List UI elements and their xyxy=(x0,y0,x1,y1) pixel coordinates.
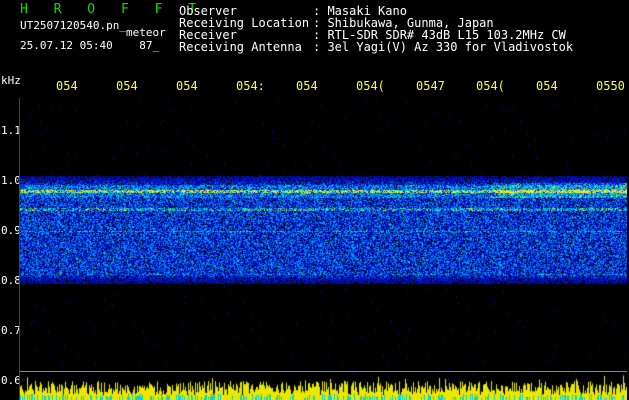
spectrogram-canvas xyxy=(20,98,627,400)
time-tick: 054( xyxy=(356,79,385,93)
y-axis-label: 0.7 xyxy=(1,324,21,337)
app-title: H R O F F T xyxy=(20,2,206,17)
time-tick: 054 xyxy=(296,79,318,93)
meteor-tag: meteor xyxy=(126,26,166,39)
y-axis-label: 1.1 xyxy=(1,124,21,137)
time-tick: 0550 xyxy=(596,79,625,93)
y-axis-label: 1.0 xyxy=(1,174,21,187)
echo-count: 87_ xyxy=(139,39,160,52)
time-tick: 054 xyxy=(116,79,138,93)
y-axis-label: 0.9 xyxy=(1,224,21,237)
y-axis-label: 0.6 xyxy=(1,374,21,387)
spectrogram-plot xyxy=(20,98,627,400)
baseline-line xyxy=(20,371,627,372)
time-tick: 054: xyxy=(236,79,265,93)
date-time: 25.07.12 05:40 87_ xyxy=(20,39,159,52)
date-time-value: 25.07.12 05:40 xyxy=(20,39,113,52)
axis-unit: kHz xyxy=(1,74,21,87)
antenna-value: : 3el Yagi(V) Az 330 for Vladivostok xyxy=(313,40,574,54)
time-tick: 054( xyxy=(476,79,505,93)
time-tick: 054 xyxy=(176,79,198,93)
time-tick: 054 xyxy=(536,79,558,93)
time-tick: 054 xyxy=(56,79,78,93)
header-panel: H R O F F T UT2507120540.pn_ meteor 25.0… xyxy=(0,0,629,62)
time-tick: 0547 xyxy=(416,79,445,93)
antenna-label: Receiving Antenna xyxy=(179,40,302,54)
y-axis-label: 0.8 xyxy=(1,274,21,287)
file-name: UT2507120540.pn_ xyxy=(20,19,126,32)
